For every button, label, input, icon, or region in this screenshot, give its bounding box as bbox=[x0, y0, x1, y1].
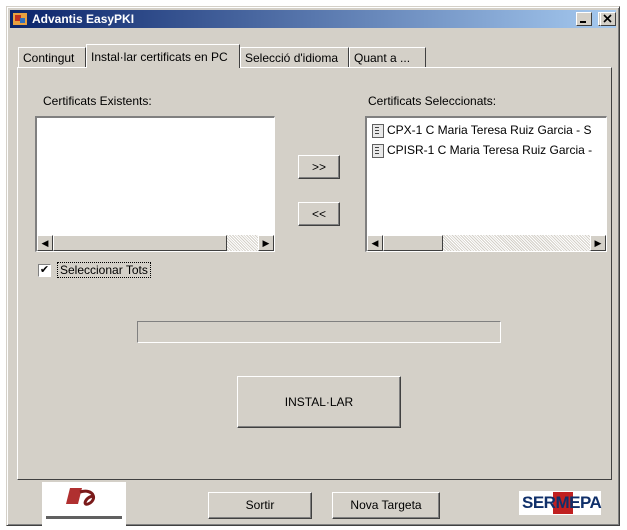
institution-logo bbox=[42, 482, 126, 526]
scroll-right-button[interactable]: ▶ bbox=[590, 235, 606, 251]
minimize-button[interactable] bbox=[576, 12, 592, 26]
exit-button[interactable]: Sortir bbox=[208, 492, 312, 519]
scroll-left-button[interactable]: ◀ bbox=[37, 235, 53, 251]
title-bar[interactable]: Advantis EasyPKI bbox=[10, 10, 616, 28]
app-icon bbox=[13, 13, 27, 25]
tab-contingut[interactable]: Contingut bbox=[18, 47, 86, 67]
list-item[interactable]: CPISR-1 C Maria Teresa Ruiz Garcia - bbox=[370, 141, 606, 161]
install-button[interactable]: INSTAL·LAR bbox=[237, 376, 401, 428]
new-card-button[interactable]: Nova Targeta bbox=[332, 492, 440, 519]
install-progress-bar bbox=[137, 321, 501, 343]
tab-install-certificates[interactable]: Instal·lar certificats en PC bbox=[86, 44, 240, 68]
window-title: Advantis EasyPKI bbox=[32, 12, 135, 26]
sermepa-logo: SERMEPA bbox=[519, 491, 602, 515]
select-all-label[interactable]: Seleccionar Tots bbox=[57, 262, 151, 278]
existing-certificates-list[interactable]: ◀ ▶ bbox=[35, 116, 275, 252]
certificate-icon bbox=[372, 124, 384, 138]
select-all-checkbox[interactable]: ✔ bbox=[38, 264, 51, 277]
scroll-right-button[interactable]: ▶ bbox=[258, 235, 274, 251]
selected-certificates-list[interactable]: CPX-1 C Maria Teresa Ruiz Garcia - S CPI… bbox=[365, 116, 607, 252]
close-button[interactable] bbox=[600, 12, 616, 26]
existing-hscrollbar[interactable]: ◀ ▶ bbox=[37, 235, 274, 251]
tab-language[interactable]: Selecció d'idioma bbox=[240, 47, 349, 67]
selected-certificates-label: Certificats Seleccionats: bbox=[368, 94, 497, 108]
list-item[interactable]: CPX-1 C Maria Teresa Ruiz Garcia - S bbox=[370, 121, 606, 141]
tab-about[interactable]: Quant a ... bbox=[349, 47, 426, 67]
certificate-icon bbox=[372, 144, 384, 158]
add-button[interactable]: >> bbox=[298, 155, 340, 179]
close-icon bbox=[603, 14, 612, 23]
scroll-thumb[interactable] bbox=[53, 235, 227, 251]
selected-hscrollbar[interactable]: ◀ ▶ bbox=[367, 235, 606, 251]
existing-certificates-label: Certificats Existents: bbox=[43, 94, 152, 108]
scroll-thumb[interactable] bbox=[383, 235, 443, 251]
scroll-left-button[interactable]: ◀ bbox=[367, 235, 383, 251]
minimize-icon bbox=[580, 21, 586, 23]
remove-button[interactable]: << bbox=[298, 202, 340, 226]
